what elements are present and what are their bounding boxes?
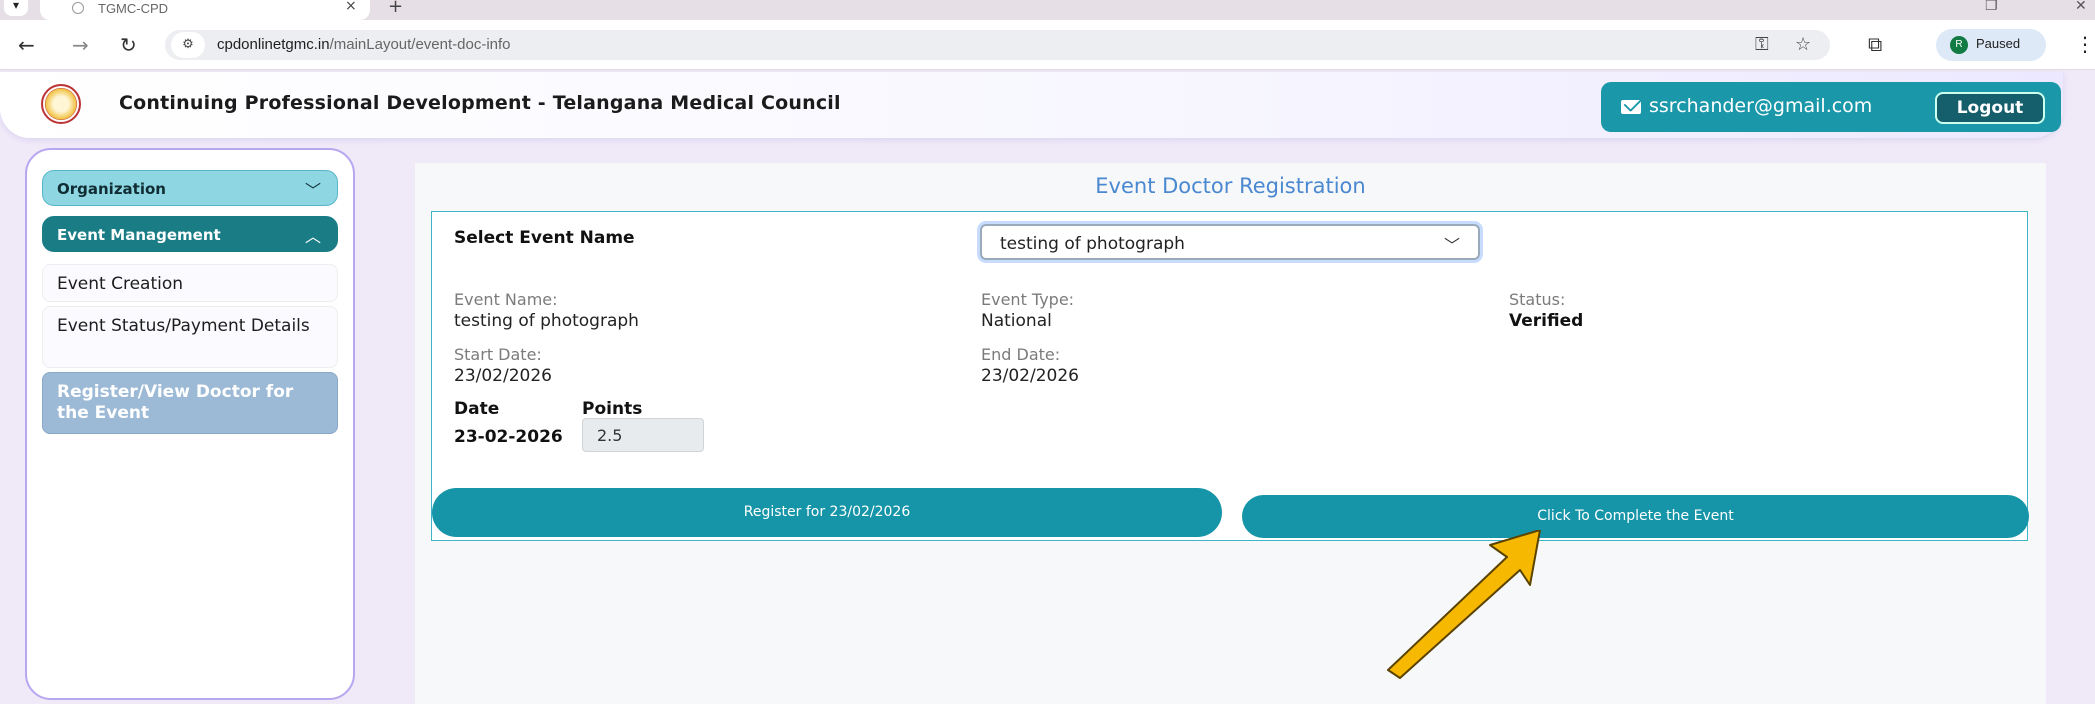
council-logo — [41, 84, 81, 124]
tab-title: TGMC-CPD — [98, 1, 169, 16]
end-date-label: End Date: — [981, 345, 1061, 364]
chevron-down-icon: ﹀ — [304, 181, 321, 200]
event-name-value: testing of photograph — [454, 311, 639, 331]
event-type-label: Event Type: — [981, 290, 1075, 309]
select-value: testing of photograph — [1000, 234, 1185, 254]
forward-icon[interactable]: → — [72, 33, 89, 57]
sidebar-item-event-status-payment[interactable]: Event Status/Payment Details — [42, 306, 338, 368]
profile-avatar: R — [1950, 36, 1968, 54]
sidebar-group-organization[interactable]: Organization ﹀ — [42, 170, 338, 206]
register-button[interactable]: Register for 23/02/2026 — [432, 488, 1222, 537]
end-date-value: 23/02/2026 — [981, 366, 1079, 386]
tab-search-icon[interactable]: ▾ — [4, 0, 28, 16]
restore-window-icon[interactable]: ❐ — [1985, 0, 1998, 14]
main-content: Event Doctor Registration Select Event N… — [415, 163, 2046, 704]
back-icon[interactable]: ← — [18, 33, 35, 57]
start-date-label: Start Date: — [454, 345, 542, 364]
favicon-icon — [72, 2, 84, 14]
browser-tab[interactable]: TGMC-CPD × — [40, 0, 370, 20]
points-value-field[interactable]: 2.5 — [582, 418, 704, 452]
logout-button[interactable]: Logout — [1935, 92, 2045, 124]
app-header: Continuing Professional Development - Te… — [0, 72, 2063, 138]
profile-button[interactable]: R Paused — [1936, 29, 2046, 61]
event-name-select[interactable]: testing of photograph ﹀ — [980, 224, 1480, 260]
site-settings-icon[interactable]: ⚙ — [171, 32, 205, 58]
browser-tab-bar: ▾ TGMC-CPD × + ❐ ✕ — [0, 0, 2095, 20]
new-tab-icon[interactable]: + — [388, 0, 403, 17]
points-header: Points — [582, 399, 643, 419]
sidebar-item-register-view-doctor[interactable]: Register/View Doctor for the Event — [42, 372, 338, 434]
points-date-header: Date — [454, 399, 500, 419]
sidebar-group-label: Event Management — [57, 226, 221, 244]
sidebar-group-event-management[interactable]: Event Management ︿ — [42, 216, 338, 252]
sidebar: Organization ﹀ Event Management ︿ Event … — [25, 148, 355, 700]
password-key-icon[interactable]: ⚿ — [1755, 34, 1769, 55]
url-text: cpdonlinetgmc.in/mainLayout/event-doc-in… — [217, 36, 511, 53]
chevron-down-icon: ﹀ — [1443, 236, 1460, 255]
user-panel: ssrchander@gmail.com Logout — [1601, 82, 2061, 132]
browser-toolbar: ← → ↻ ⚙ cpdonlinetgmc.in/mainLayout/even… — [0, 20, 2095, 70]
status-value: Verified — [1509, 311, 1584, 331]
status-label: Status: — [1509, 290, 1566, 309]
points-row-date: 23-02-2026 — [454, 427, 563, 447]
select-event-label: Select Event Name — [454, 228, 635, 248]
close-window-icon[interactable]: ✕ — [2075, 0, 2087, 14]
page-title: Event Doctor Registration — [1095, 174, 1366, 198]
mail-icon — [1621, 100, 1641, 114]
complete-event-button[interactable]: Click To Complete the Event — [1242, 495, 2029, 538]
url-path: /mainLayout/event-doc-info — [329, 36, 511, 53]
browser-menu-icon[interactable]: ⋮ — [2075, 32, 2095, 56]
profile-status: Paused — [1976, 36, 2021, 51]
tab-close-icon[interactable]: × — [345, 0, 357, 14]
app-title: Continuing Professional Development - Te… — [119, 92, 841, 114]
sidebar-group-label: Organization — [57, 180, 166, 198]
registration-form: Select Event Name testing of photograph … — [431, 211, 2029, 541]
start-date-value: 23/02/2026 — [454, 366, 552, 386]
event-type-value: National — [981, 311, 1052, 331]
annotation-arrow-icon — [1387, 530, 1541, 679]
bookmark-star-icon[interactable]: ☆ — [1795, 34, 1811, 55]
chevron-up-icon: ︿ — [304, 227, 321, 246]
extensions-icon[interactable]: ⧉ — [1868, 32, 1882, 56]
user-email: ssrchander@gmail.com — [1649, 95, 1873, 117]
sidebar-item-event-creation[interactable]: Event Creation — [42, 264, 338, 302]
event-name-label: Event Name: — [454, 290, 558, 309]
url-host: cpdonlinetgmc.in — [217, 36, 330, 53]
address-bar[interactable]: ⚙ cpdonlinetgmc.in/mainLayout/event-doc-… — [165, 30, 1830, 60]
reload-icon[interactable]: ↻ — [120, 33, 137, 57]
